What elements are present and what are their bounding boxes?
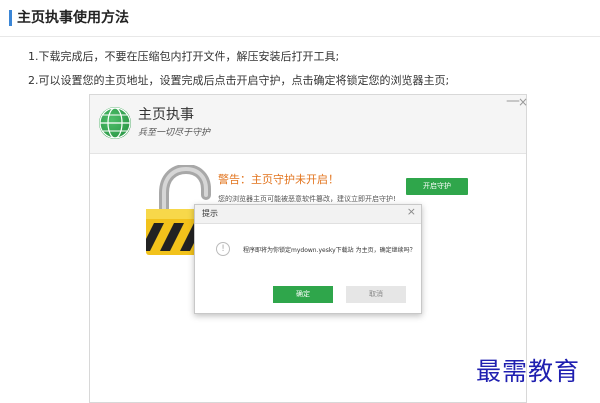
- section-header: 主页执事使用方法: [0, 0, 600, 37]
- confirm-dialog: 提示 × ! 程序即将为你锁定mydown.yesky下载站 为主页，确定继续吗…: [194, 204, 422, 314]
- section-title: 主页执事使用方法: [17, 10, 129, 26]
- step-2-text: 2.可以设置您的主页地址，设置完成后点击开启守护，点击确定将锁定您的浏览器主页;: [28, 74, 450, 87]
- watermark-text: 最需教育: [476, 357, 581, 386]
- dialog-title: 提示: [202, 209, 218, 218]
- step-1-text: 1.下载完成后，不要在压缩包内打开文件，解压安装后打开工具;: [28, 50, 340, 63]
- dialog-ok-button[interactable]: 确定: [273, 286, 333, 303]
- app-window-header: 主页执事 兵至一切尽于守护 — ×: [90, 94, 528, 154]
- window-close-button[interactable]: ×: [518, 96, 528, 108]
- dialog-cancel-button[interactable]: 取消: [346, 286, 406, 303]
- app-name: 主页执事: [138, 107, 194, 123]
- enable-protection-button[interactable]: 开启守护: [406, 178, 468, 195]
- warning-description: 您的浏览器主页可能被恶意软件篡改，建议立即开启守护!: [218, 195, 396, 203]
- dialog-close-button[interactable]: ×: [407, 206, 416, 218]
- app-slogan: 兵至一切尽于守护: [138, 128, 211, 138]
- section-accent-bar: [9, 10, 12, 26]
- warning-title: 警告：主页守护未开启！: [218, 173, 339, 186]
- dialog-message: 程序即将为你锁定mydown.yesky下载站 为主页，确定继续吗？: [243, 247, 416, 254]
- dialog-header: 提示 ×: [195, 205, 421, 224]
- info-icon: !: [216, 242, 230, 256]
- globe-logo-icon: [99, 107, 131, 139]
